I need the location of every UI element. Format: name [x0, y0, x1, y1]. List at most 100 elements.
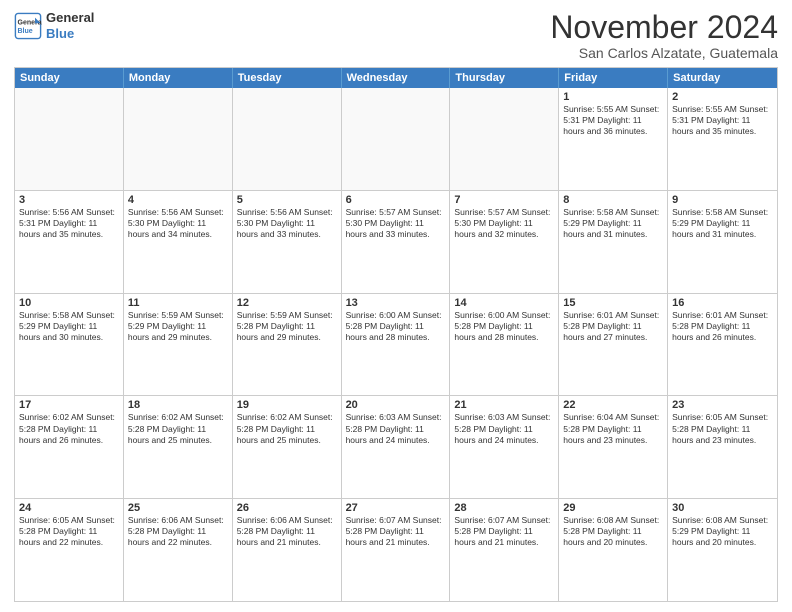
day-num-6: 6 — [346, 194, 446, 206]
day-num-28: 28 — [454, 502, 554, 514]
cal-cell-r0-c5: 1Sunrise: 5:55 AM Sunset: 5:31 PM Daylig… — [559, 88, 668, 190]
cell-text-15: Sunrise: 6:01 AM Sunset: 5:28 PM Dayligh… — [563, 310, 663, 343]
cell-text-14: Sunrise: 6:00 AM Sunset: 5:28 PM Dayligh… — [454, 310, 554, 343]
cell-text-24: Sunrise: 6:05 AM Sunset: 5:28 PM Dayligh… — [19, 515, 119, 548]
cell-text-23: Sunrise: 6:05 AM Sunset: 5:28 PM Dayligh… — [672, 412, 773, 445]
cal-cell-r3-c2: 19Sunrise: 6:02 AM Sunset: 5:28 PM Dayli… — [233, 396, 342, 498]
logo-line2: Blue — [46, 26, 94, 42]
logo-text: General Blue — [46, 10, 94, 41]
cal-cell-r0-c1 — [124, 88, 233, 190]
day-num-24: 24 — [19, 502, 119, 514]
cell-text-3: Sunrise: 5:56 AM Sunset: 5:31 PM Dayligh… — [19, 207, 119, 240]
cal-cell-r3-c6: 23Sunrise: 6:05 AM Sunset: 5:28 PM Dayli… — [668, 396, 777, 498]
day-num-3: 3 — [19, 194, 119, 206]
cal-cell-r0-c4 — [450, 88, 559, 190]
cell-text-26: Sunrise: 6:06 AM Sunset: 5:28 PM Dayligh… — [237, 515, 337, 548]
cal-cell-r2-c5: 15Sunrise: 6:01 AM Sunset: 5:28 PM Dayli… — [559, 294, 668, 396]
header-monday: Monday — [124, 68, 233, 88]
day-num-21: 21 — [454, 399, 554, 411]
header: General Blue General Blue November 2024 … — [14, 10, 778, 61]
cal-cell-r0-c0 — [15, 88, 124, 190]
day-num-17: 17 — [19, 399, 119, 411]
cell-text-27: Sunrise: 6:07 AM Sunset: 5:28 PM Dayligh… — [346, 515, 446, 548]
cal-cell-r3-c3: 20Sunrise: 6:03 AM Sunset: 5:28 PM Dayli… — [342, 396, 451, 498]
calendar-header: Sunday Monday Tuesday Wednesday Thursday… — [15, 68, 777, 88]
cal-cell-r1-c6: 9Sunrise: 5:58 AM Sunset: 5:29 PM Daylig… — [668, 191, 777, 293]
header-thursday: Thursday — [450, 68, 559, 88]
day-num-7: 7 — [454, 194, 554, 206]
svg-text:Blue: Blue — [18, 28, 33, 35]
cal-cell-r1-c0: 3Sunrise: 5:56 AM Sunset: 5:31 PM Daylig… — [15, 191, 124, 293]
day-num-27: 27 — [346, 502, 446, 514]
month-title: November 2024 — [550, 10, 778, 45]
header-saturday: Saturday — [668, 68, 777, 88]
cal-cell-r1-c1: 4Sunrise: 5:56 AM Sunset: 5:30 PM Daylig… — [124, 191, 233, 293]
cal-cell-r2-c2: 12Sunrise: 5:59 AM Sunset: 5:28 PM Dayli… — [233, 294, 342, 396]
day-num-20: 20 — [346, 399, 446, 411]
day-num-11: 11 — [128, 297, 228, 309]
cell-text-25: Sunrise: 6:06 AM Sunset: 5:28 PM Dayligh… — [128, 515, 228, 548]
day-num-25: 25 — [128, 502, 228, 514]
day-num-8: 8 — [563, 194, 663, 206]
header-wednesday: Wednesday — [342, 68, 451, 88]
cal-cell-r3-c5: 22Sunrise: 6:04 AM Sunset: 5:28 PM Dayli… — [559, 396, 668, 498]
day-num-15: 15 — [563, 297, 663, 309]
day-num-23: 23 — [672, 399, 773, 411]
cell-text-19: Sunrise: 6:02 AM Sunset: 5:28 PM Dayligh… — [237, 412, 337, 445]
cell-text-4: Sunrise: 5:56 AM Sunset: 5:30 PM Dayligh… — [128, 207, 228, 240]
cell-text-12: Sunrise: 5:59 AM Sunset: 5:28 PM Dayligh… — [237, 310, 337, 343]
cal-row-0: 1Sunrise: 5:55 AM Sunset: 5:31 PM Daylig… — [15, 88, 777, 190]
day-num-9: 9 — [672, 194, 773, 206]
cell-text-30: Sunrise: 6:08 AM Sunset: 5:29 PM Dayligh… — [672, 515, 773, 548]
calendar: Sunday Monday Tuesday Wednesday Thursday… — [14, 67, 778, 602]
day-num-30: 30 — [672, 502, 773, 514]
cal-row-3: 17Sunrise: 6:02 AM Sunset: 5:28 PM Dayli… — [15, 395, 777, 498]
day-num-4: 4 — [128, 194, 228, 206]
header-tuesday: Tuesday — [233, 68, 342, 88]
cal-cell-r2-c6: 16Sunrise: 6:01 AM Sunset: 5:28 PM Dayli… — [668, 294, 777, 396]
cal-cell-r1-c5: 8Sunrise: 5:58 AM Sunset: 5:29 PM Daylig… — [559, 191, 668, 293]
cal-row-2: 10Sunrise: 5:58 AM Sunset: 5:29 PM Dayli… — [15, 293, 777, 396]
logo-line1: General — [46, 10, 94, 26]
cal-cell-r4-c3: 27Sunrise: 6:07 AM Sunset: 5:28 PM Dayli… — [342, 499, 451, 601]
cell-text-16: Sunrise: 6:01 AM Sunset: 5:28 PM Dayligh… — [672, 310, 773, 343]
cell-text-8: Sunrise: 5:58 AM Sunset: 5:29 PM Dayligh… — [563, 207, 663, 240]
cell-text-10: Sunrise: 5:58 AM Sunset: 5:29 PM Dayligh… — [19, 310, 119, 343]
cell-text-6: Sunrise: 5:57 AM Sunset: 5:30 PM Dayligh… — [346, 207, 446, 240]
cell-text-29: Sunrise: 6:08 AM Sunset: 5:28 PM Dayligh… — [563, 515, 663, 548]
cal-cell-r1-c3: 6Sunrise: 5:57 AM Sunset: 5:30 PM Daylig… — [342, 191, 451, 293]
cell-text-11: Sunrise: 5:59 AM Sunset: 5:29 PM Dayligh… — [128, 310, 228, 343]
cal-cell-r1-c2: 5Sunrise: 5:56 AM Sunset: 5:30 PM Daylig… — [233, 191, 342, 293]
header-sunday: Sunday — [15, 68, 124, 88]
cal-cell-r4-c2: 26Sunrise: 6:06 AM Sunset: 5:28 PM Dayli… — [233, 499, 342, 601]
cal-cell-r3-c0: 17Sunrise: 6:02 AM Sunset: 5:28 PM Dayli… — [15, 396, 124, 498]
cell-text-13: Sunrise: 6:00 AM Sunset: 5:28 PM Dayligh… — [346, 310, 446, 343]
cell-text-21: Sunrise: 6:03 AM Sunset: 5:28 PM Dayligh… — [454, 412, 554, 445]
cell-text-18: Sunrise: 6:02 AM Sunset: 5:28 PM Dayligh… — [128, 412, 228, 445]
title-block: November 2024 San Carlos Alzatate, Guate… — [550, 10, 778, 61]
cal-cell-r1-c4: 7Sunrise: 5:57 AM Sunset: 5:30 PM Daylig… — [450, 191, 559, 293]
logo: General Blue General Blue — [14, 10, 94, 41]
day-num-14: 14 — [454, 297, 554, 309]
cal-cell-r3-c1: 18Sunrise: 6:02 AM Sunset: 5:28 PM Dayli… — [124, 396, 233, 498]
cal-cell-r0-c2 — [233, 88, 342, 190]
cal-cell-r0-c3 — [342, 88, 451, 190]
cell-text-17: Sunrise: 6:02 AM Sunset: 5:28 PM Dayligh… — [19, 412, 119, 445]
day-num-22: 22 — [563, 399, 663, 411]
cal-cell-r2-c4: 14Sunrise: 6:00 AM Sunset: 5:28 PM Dayli… — [450, 294, 559, 396]
cell-text-28: Sunrise: 6:07 AM Sunset: 5:28 PM Dayligh… — [454, 515, 554, 548]
cal-cell-r2-c3: 13Sunrise: 6:00 AM Sunset: 5:28 PM Dayli… — [342, 294, 451, 396]
cell-text-22: Sunrise: 6:04 AM Sunset: 5:28 PM Dayligh… — [563, 412, 663, 445]
day-num-16: 16 — [672, 297, 773, 309]
day-num-10: 10 — [19, 297, 119, 309]
day-num-19: 19 — [237, 399, 337, 411]
cell-text-7: Sunrise: 5:57 AM Sunset: 5:30 PM Dayligh… — [454, 207, 554, 240]
cal-row-4: 24Sunrise: 6:05 AM Sunset: 5:28 PM Dayli… — [15, 498, 777, 601]
cell-text-1: Sunrise: 5:55 AM Sunset: 5:31 PM Dayligh… — [563, 104, 663, 137]
day-num-29: 29 — [563, 502, 663, 514]
cell-text-20: Sunrise: 6:03 AM Sunset: 5:28 PM Dayligh… — [346, 412, 446, 445]
day-num-12: 12 — [237, 297, 337, 309]
cal-cell-r4-c1: 25Sunrise: 6:06 AM Sunset: 5:28 PM Dayli… — [124, 499, 233, 601]
cal-cell-r4-c5: 29Sunrise: 6:08 AM Sunset: 5:28 PM Dayli… — [559, 499, 668, 601]
calendar-body: 1Sunrise: 5:55 AM Sunset: 5:31 PM Daylig… — [15, 88, 777, 601]
